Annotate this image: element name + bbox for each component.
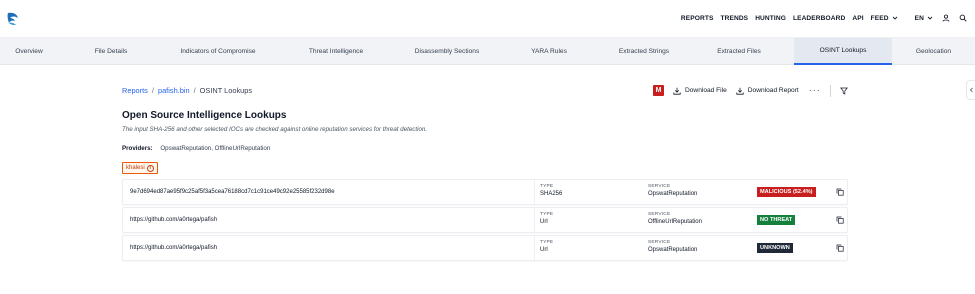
nav-reports[interactable]: REPORTS bbox=[681, 15, 714, 22]
ioc-value: https://github.com/a0rtega/pafish bbox=[130, 245, 218, 251]
tab-osint-lookups[interactable]: OSINT Lookups bbox=[794, 38, 892, 65]
tab-geolocation[interactable]: Geolocation bbox=[892, 38, 975, 65]
type-label: TYPE bbox=[540, 184, 554, 189]
service-value: OfflineUrlReputation bbox=[648, 219, 702, 225]
tab-overview[interactable]: Overview bbox=[0, 38, 58, 65]
column-divider bbox=[534, 236, 535, 260]
service-label: SERVICE bbox=[648, 240, 671, 245]
osint-results-list: 9e7d694ed87ae95f9c25af5f3a5cea76188cd7c1… bbox=[122, 179, 848, 263]
chevron-down-icon bbox=[927, 16, 933, 20]
verdict-badge: NO THREAT bbox=[757, 215, 796, 225]
type-cell: TYPE SHA256 bbox=[540, 184, 562, 197]
providers-label: Providers: bbox=[122, 145, 153, 152]
tag-label: khalesi bbox=[126, 165, 145, 171]
column-divider bbox=[534, 208, 535, 232]
type-cell: TYPE Url bbox=[540, 240, 553, 253]
breadcrumb-reports[interactable]: Reports bbox=[122, 86, 148, 95]
nav-feed[interactable]: FEED bbox=[871, 15, 898, 22]
service-value: OpswatReputation bbox=[648, 191, 698, 197]
result-row: 9e7d694ed87ae95f9c25af5f3a5cea76188cd7c1… bbox=[122, 179, 848, 205]
service-cell: SERVICE OpswatReputation bbox=[648, 184, 697, 197]
language-label: EN bbox=[914, 14, 924, 22]
nav-api[interactable]: API bbox=[852, 15, 863, 22]
ioc-value: https://github.com/a0rtega/pafish bbox=[130, 217, 218, 223]
result-row: https://github.com/a0rtega/pafish TYPE U… bbox=[122, 207, 848, 233]
breadcrumb-current: OSINT Lookups bbox=[199, 86, 253, 95]
download-file-button[interactable]: Download File bbox=[673, 87, 727, 95]
info-icon[interactable]: i bbox=[146, 164, 154, 172]
type-value: Url bbox=[540, 219, 548, 225]
page-title: Open Source Intelligence Lookups bbox=[122, 110, 287, 121]
service-label: SERVICE bbox=[648, 184, 671, 189]
page-subtitle: The input SHA-256 and other selected IOC… bbox=[122, 126, 428, 133]
tab-extracted-files[interactable]: Extracted Files bbox=[684, 38, 794, 65]
type-value: Url bbox=[540, 247, 548, 253]
more-options-button[interactable]: ··· bbox=[809, 86, 821, 95]
service-value: OpswatReputation bbox=[648, 247, 698, 253]
copy-icon[interactable] bbox=[836, 244, 844, 252]
download-report-label: Download Report bbox=[747, 87, 799, 94]
tab-extracted-strings[interactable]: Extracted Strings bbox=[604, 38, 684, 65]
breadcrumb: Reports / pafish.bin / OSINT Lookups bbox=[122, 86, 252, 95]
result-row: https://github.com/a0rtega/pafish TYPE U… bbox=[122, 235, 848, 261]
nav-trends[interactable]: TRENDS bbox=[720, 15, 748, 22]
providers-info: Providers: OpswatReputation, OfflineUrlR… bbox=[122, 145, 270, 152]
tab-file-details[interactable]: File Details bbox=[58, 38, 164, 65]
wave-logo-icon[interactable] bbox=[6, 11, 20, 27]
chevron-down-icon bbox=[892, 16, 897, 20]
service-cell: SERVICE OpswatReputation bbox=[648, 240, 697, 253]
tab-threat-intelligence[interactable]: Threat Intelligence bbox=[272, 38, 400, 65]
tab-yara-rules[interactable]: YARA Rules bbox=[494, 38, 604, 65]
tab-bar: Overview File Details Indicators of Comp… bbox=[0, 38, 975, 65]
nav-feed-label: FEED bbox=[870, 14, 889, 22]
verdict-badge: UNKNOWN bbox=[757, 243, 793, 253]
download-file-label: Download File bbox=[685, 87, 727, 94]
tab-disassembly-sections[interactable]: Disassembly Sections bbox=[400, 38, 494, 65]
breadcrumb-separator: / bbox=[193, 86, 196, 95]
top-navigation: REPORTS TRENDS HUNTING LEADERBOARD API F… bbox=[674, 14, 967, 22]
top-header: REPORTS TRENDS HUNTING LEADERBOARD API F… bbox=[0, 0, 975, 38]
nav-leaderboard[interactable]: LEADERBOARD bbox=[793, 15, 845, 22]
nav-hunting[interactable]: HUNTING bbox=[755, 15, 786, 22]
providers-value: OpswatReputation, OfflineUrlReputation bbox=[160, 145, 271, 152]
breadcrumb-file[interactable]: pafish.bin bbox=[158, 86, 190, 95]
download-report-button[interactable]: Download Report bbox=[736, 87, 799, 95]
search-icon[interactable] bbox=[959, 14, 967, 22]
ioc-value: 9e7d694ed87ae95f9c25af5f3a5cea76188cd7c1… bbox=[130, 189, 335, 195]
tab-indicators-of-compromise[interactable]: Indicators of Compromise bbox=[164, 38, 272, 65]
malicious-badge[interactable]: M bbox=[653, 85, 664, 96]
type-label: TYPE bbox=[540, 240, 554, 245]
report-actions: M Download File Download Report ··· bbox=[653, 84, 848, 97]
breadcrumb-separator: / bbox=[151, 86, 154, 95]
verdict-badge: MALICIOUS (52.4%) bbox=[757, 187, 816, 197]
service-cell: SERVICE OfflineUrlReputation bbox=[648, 212, 702, 225]
user-icon[interactable] bbox=[942, 14, 950, 22]
type-label: TYPE bbox=[540, 212, 554, 217]
toolbar-divider bbox=[829, 84, 831, 97]
tag-chip[interactable]: khalesi i bbox=[122, 162, 158, 174]
download-icon bbox=[736, 87, 744, 95]
service-label: SERVICE bbox=[648, 212, 671, 217]
copy-icon[interactable] bbox=[836, 188, 844, 196]
sidebar-collapse-handle[interactable] bbox=[966, 80, 975, 100]
filter-icon[interactable] bbox=[839, 87, 848, 95]
language-selector[interactable]: EN bbox=[915, 15, 933, 22]
type-cell: TYPE Url bbox=[540, 212, 553, 225]
column-divider bbox=[534, 180, 535, 204]
download-icon bbox=[673, 87, 681, 95]
copy-icon[interactable] bbox=[836, 216, 844, 224]
type-value: SHA256 bbox=[540, 191, 563, 197]
chevron-left-icon bbox=[969, 87, 973, 93]
